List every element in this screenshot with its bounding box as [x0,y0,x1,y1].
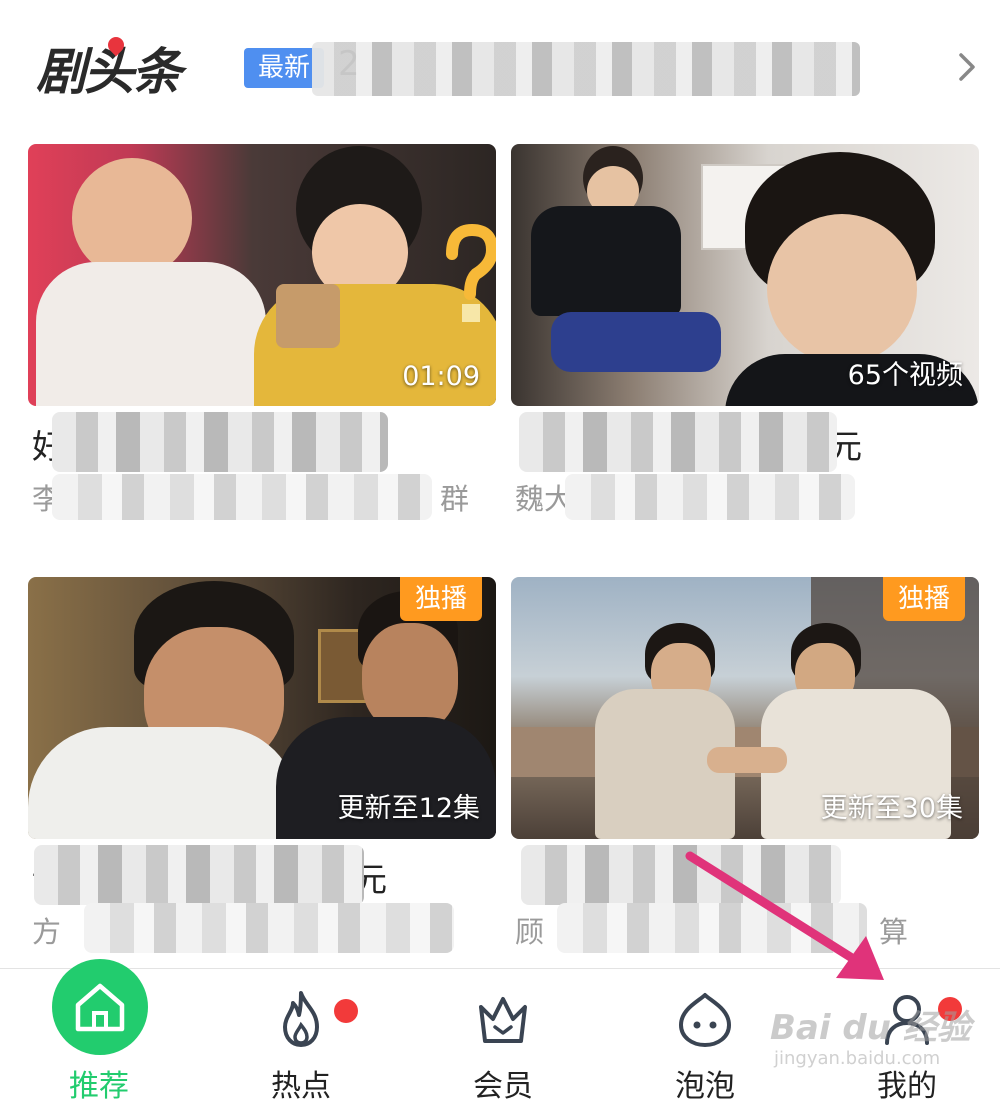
blurred-title [52,412,388,472]
episode-status: 更新至30集 [820,793,963,824]
flame-icon [283,991,319,1047]
blurred-subtitle [84,903,454,953]
nav-label-vip: 会员 [473,1069,533,1102]
video-duration: 01:09 [402,361,480,392]
card-subtitle: 顾 [515,915,545,949]
card-subtitle-end: 群 [440,482,470,516]
blurred-title [519,412,837,472]
baidu-watermark: Bai du 经验 [770,1008,971,1048]
nav-label-hot: 热点 [271,1069,331,1102]
blurred-title [34,845,364,905]
nav-tab-recommend[interactable]: 推荐 [24,959,174,1102]
person-figure [72,158,192,278]
top-header: 剧头条 最新 2 [0,0,1000,130]
exclusive-badge: 独播 [883,577,965,621]
blurred-subtitle [52,474,432,520]
video-thumbnail[interactable]: 01:09 [28,144,496,406]
bubble-face-icon [679,993,731,1047]
exclusive-badge: 独播 [400,577,482,621]
video-thumbnail[interactable]: 独播 更新至30集 [511,577,979,839]
news-ticker-blur [312,42,860,96]
video-count: 65个视频 [847,360,963,391]
chevron-right-icon[interactable] [958,52,976,82]
question-mark-icon [446,224,496,322]
video-card[interactable]: 独播 更新至30集 顾 算 [511,577,979,957]
video-thumbnail[interactable]: 独播 更新至12集 [28,577,496,839]
blurred-subtitle [565,474,855,520]
card-subtitle-end: 算 [879,915,909,949]
home-icon [75,983,125,1032]
blurred-title [521,845,841,905]
video-card[interactable]: 01:09 好 元 李 群 [28,144,496,524]
nav-label-recommend: 推荐 [69,1069,129,1102]
nav-tab-vip[interactable]: 会员 [428,969,578,1102]
notification-dot [334,999,358,1023]
crown-icon [479,997,527,1043]
nav-tab-hot[interactable]: 热点 [226,969,376,1102]
baidu-watermark-url: jingyan.baidu.com [774,1048,941,1069]
video-thumbnail[interactable]: 65个视频 [511,144,979,406]
card-subtitle: 方 [32,915,62,949]
nav-label-bubble: 泡泡 [675,1069,735,1102]
episode-status: 更新至12集 [337,793,480,824]
blurred-subtitle [557,903,867,953]
video-card[interactable]: 独播 更新至12集 谁的 元 方 任 [28,577,496,957]
nav-tab-bubble[interactable]: 泡泡 [630,969,780,1102]
video-card[interactable]: 65个视频 元 魏大 酒 [511,144,979,524]
